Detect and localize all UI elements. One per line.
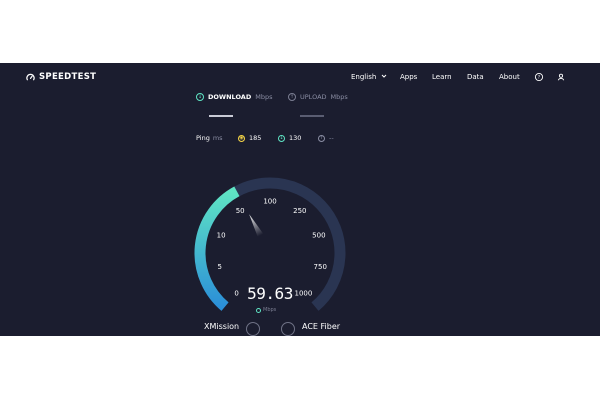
help-circle-icon[interactable]: ? — [534, 72, 544, 82]
download-tab-label: DOWNLOAD — [208, 93, 252, 101]
isp-name: XMission — [204, 322, 240, 331]
gauge-tick-label: 100 — [263, 198, 276, 206]
nav-learn[interactable]: Learn — [432, 71, 452, 83]
ping-idle-icon: ◉ — [238, 134, 245, 142]
chevron-down-icon — [381, 74, 386, 78]
speed-unit: Mbps — [263, 307, 277, 313]
gauge-needle — [249, 214, 264, 237]
gauge-tick-label: 500 — [312, 232, 325, 240]
upload-tab-unit: Mbps — [330, 93, 348, 101]
speed-unit-group: Mbps — [256, 307, 276, 313]
server-globe-icon[interactable] — [281, 322, 295, 336]
server-name[interactable]: ACE Fiber — [302, 322, 340, 331]
gauge-tick-label: 250 — [293, 207, 306, 215]
isp-user-icon — [246, 322, 260, 336]
ping-upload-value: -- — [329, 134, 334, 142]
language-label: English — [351, 73, 377, 81]
gauge-tick-labels: 0510501002505007501000 — [217, 198, 327, 298]
ping-unit: ms — [212, 134, 223, 142]
upload-tab-label: UPLOAD — [300, 93, 327, 101]
upload-arrow-icon: ↑ — [288, 93, 296, 101]
download-arrow-icon: ↓ — [196, 93, 204, 101]
upload-tab-underline — [300, 115, 324, 117]
ping-idle-value: 185 — [249, 134, 262, 142]
top-nav: English Apps Learn Data About ? — [0, 71, 600, 83]
speed-value: 59.63 — [247, 284, 293, 303]
tab-download[interactable]: ↓ DOWNLOAD Mbps — [196, 93, 272, 101]
svg-text:?: ? — [538, 75, 541, 81]
gauge-tick-label: 5 — [218, 263, 222, 271]
nav-about[interactable]: About — [499, 71, 520, 83]
speedtest-app: SPEEDTEST English Apps Learn Data About … — [0, 63, 600, 336]
gauge-progress — [194, 186, 240, 311]
download-tab-unit: Mbps — [255, 93, 273, 101]
ping-label: Ping — [196, 134, 210, 142]
ping-label-group: Ping ms — [196, 132, 223, 144]
nav-apps[interactable]: Apps — [400, 71, 417, 83]
user-icon[interactable] — [556, 72, 566, 82]
nav-data[interactable]: Data — [467, 71, 484, 83]
gauge-tick-label: 0 — [234, 289, 238, 297]
ping-download: ↓ 130 — [278, 132, 301, 144]
download-tab-underline — [209, 115, 233, 117]
tab-upload[interactable]: ↑ UPLOAD Mbps — [288, 93, 348, 101]
ping-download-icon: ↓ — [278, 134, 285, 142]
gauge-tick-label: 750 — [314, 263, 327, 271]
ping-download-value: 130 — [289, 134, 302, 142]
ping-idle: ◉ 185 — [238, 132, 261, 144]
language-selector[interactable]: English — [351, 71, 387, 83]
ping-upload-icon: ↑ — [318, 134, 325, 142]
gauge-tick-label: 50 — [236, 207, 245, 215]
download-indicator-icon — [256, 307, 261, 313]
gauge-tick-label: 10 — [217, 232, 226, 240]
ping-upload: ↑ -- — [318, 132, 334, 144]
